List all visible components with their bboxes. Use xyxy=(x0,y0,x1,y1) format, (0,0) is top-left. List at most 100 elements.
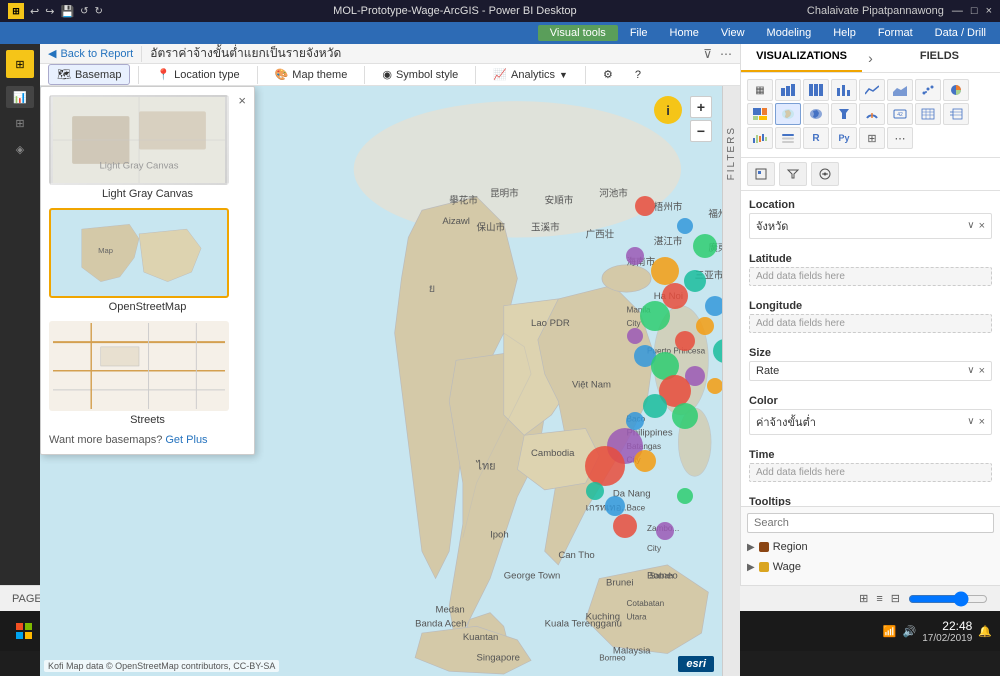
power-bi-icon[interactable]: ⊞ xyxy=(6,50,34,78)
size-chevron[interactable]: ∨ xyxy=(967,365,974,377)
status-icon2[interactable]: ≡ xyxy=(876,593,882,605)
color-chevron[interactable]: ∨ xyxy=(967,416,974,428)
viz-icon-slicer[interactable] xyxy=(775,127,801,149)
viz-icon-bar[interactable]: ▦ xyxy=(747,79,773,101)
viz-icon-table[interactable] xyxy=(915,103,941,125)
svg-text:廣東省: 廣東省 xyxy=(708,242,722,254)
back-to-report-label: Back to Report xyxy=(60,48,133,60)
close-btn[interactable]: × xyxy=(986,5,992,17)
minimize-btn[interactable]: — xyxy=(952,5,963,17)
ribbon-tab-view[interactable]: View xyxy=(711,25,755,41)
format-btn[interactable] xyxy=(747,162,775,186)
taskbar-network-icon[interactable]: 📶 xyxy=(883,625,897,638)
basemap-btn[interactable]: 🗺 Basemap xyxy=(48,64,130,85)
viz-icon-funnel[interactable] xyxy=(831,103,857,125)
viz-icon-treemap[interactable] xyxy=(747,103,773,125)
size-remove-btn[interactable]: × xyxy=(979,365,985,377)
basemap-item-openstreetmap[interactable]: Map OpenStreetMap xyxy=(49,208,246,313)
basemap-item-lightgray[interactable]: Light Gray Canvas Light Gray Canvas xyxy=(49,95,246,200)
maximize-btn[interactable]: □ xyxy=(971,5,978,17)
viz-icon-scatter[interactable] xyxy=(915,79,941,101)
viz-expand-btn[interactable]: › xyxy=(862,44,879,72)
filter-visual-btn[interactable] xyxy=(779,162,807,186)
svg-text:Kuching: Kuching xyxy=(586,611,620,622)
viz-icon-more2[interactable]: ⋯ xyxy=(887,127,913,149)
latitude-add-box[interactable]: Add data fields here xyxy=(749,267,992,286)
filter-icon[interactable]: ⊽ xyxy=(703,47,712,61)
redo-btn[interactable]: ↪ xyxy=(45,5,54,18)
color-remove-btn[interactable]: × xyxy=(979,416,985,428)
analytics-btn[interactable]: 📈 Analytics ▼ xyxy=(484,64,577,85)
tab-visualizations[interactable]: VISUALIZATIONS xyxy=(741,44,862,72)
undo-btn[interactable]: ↩ xyxy=(30,5,39,18)
map-area[interactable]: ย Lao PDR Việt Nam ไทย Cambodia George T… xyxy=(40,86,722,676)
location-type-btn[interactable]: 📍 Location type xyxy=(147,64,248,85)
tab-fields[interactable]: FIELDS xyxy=(879,44,1000,72)
svg-text:George Town: George Town xyxy=(504,571,561,582)
fields-search-input[interactable] xyxy=(747,513,994,533)
ribbon-tab-help[interactable]: Help xyxy=(823,25,866,41)
ribbon-tab-home[interactable]: Home xyxy=(660,25,709,41)
time-section: Time Add data fields here xyxy=(741,445,1000,492)
status-icon3[interactable]: ⊟ xyxy=(891,592,900,605)
report-view-icon[interactable]: 📊 xyxy=(6,86,34,108)
symbol-style-btn[interactable]: ◉ Symbol style xyxy=(373,64,467,85)
zoom-out-btn[interactable]: − xyxy=(690,120,712,142)
map-info-btn[interactable]: i xyxy=(654,96,682,124)
location-remove-btn[interactable]: × xyxy=(979,220,985,232)
ribbon-visual-tools[interactable]: Visual tools xyxy=(538,25,618,41)
color-section: Color ค่าจ้างขั้นต่ำ ∨ × xyxy=(741,391,1000,445)
data-view-icon[interactable]: ⊞ xyxy=(6,112,34,134)
help-btn[interactable]: ? xyxy=(626,65,650,85)
viz-icon-py-visual[interactable]: Py xyxy=(831,127,857,149)
save-icon[interactable]: 💾 xyxy=(60,5,74,18)
map-theme-btn[interactable]: 🎨 Map theme xyxy=(266,64,357,85)
viz-icon-line[interactable] xyxy=(859,79,885,101)
viz-icon-filled-map[interactable] xyxy=(803,103,829,125)
viz-icon-matrix[interactable] xyxy=(943,103,969,125)
redo2-icon[interactable]: ↻ xyxy=(95,6,103,17)
viz-icon-map[interactable] xyxy=(775,103,801,125)
undo2-icon[interactable]: ↺ xyxy=(80,6,88,17)
analytics-visual-btn[interactable] xyxy=(811,162,839,186)
time-add-box[interactable]: Add data fields here xyxy=(749,463,992,482)
taskbar-volume-icon[interactable]: 🔊 xyxy=(903,625,917,638)
back-to-report-btn[interactable]: ◀ Back to Report xyxy=(48,47,133,60)
basemap-get-plus-link[interactable]: Get Plus xyxy=(165,434,207,446)
viz-icon-stacked-bar[interactable] xyxy=(775,79,801,101)
taskbar-notification-icon[interactable]: 🔔 xyxy=(978,625,992,638)
svg-text:Ipoh: Ipoh xyxy=(490,530,509,541)
viz-icon-column[interactable] xyxy=(831,79,857,101)
viz-icon-area[interactable] xyxy=(887,79,913,101)
taskbar-clock[interactable]: 22:48 17/02/2019 xyxy=(922,619,972,644)
svg-text:Singapore: Singapore xyxy=(476,652,519,663)
viz-icon-more1[interactable]: ⊞ xyxy=(859,127,885,149)
color-label: Color xyxy=(749,391,992,409)
field-group-region-header[interactable]: ▶ Region xyxy=(747,539,994,555)
svg-text:广西壮: 广西壮 xyxy=(586,229,615,241)
more-options-icon[interactable]: ⋯ xyxy=(720,47,732,61)
zoom-slider[interactable] xyxy=(908,593,988,605)
viz-icon-gauge[interactable] xyxy=(859,103,885,125)
svg-text:擧花市: 擧花市 xyxy=(449,194,478,206)
ribbon-tab-modeling[interactable]: Modeling xyxy=(757,25,822,41)
ribbon-tab-datadrill[interactable]: Data / Drill xyxy=(925,25,996,41)
viz-icon-card[interactable]: 42 xyxy=(887,103,913,125)
longitude-placeholder: Add data fields here xyxy=(756,318,845,329)
settings-btn[interactable]: ⚙ xyxy=(594,64,622,85)
basemap-close-btn[interactable]: × xyxy=(238,93,246,108)
viz-icon-pie[interactable] xyxy=(943,79,969,101)
ribbon-tab-file[interactable]: File xyxy=(620,25,658,41)
zoom-in-btn[interactable]: + xyxy=(690,96,712,118)
status-icon1[interactable]: ⊞ xyxy=(859,592,868,605)
viz-icon-r-visual[interactable]: R xyxy=(803,127,829,149)
field-group-wage-header[interactable]: ▶ Wage xyxy=(747,559,994,575)
ribbon-tab-format[interactable]: Format xyxy=(868,25,923,41)
longitude-add-box[interactable]: Add data fields here xyxy=(749,314,992,333)
taskbar-start-btn[interactable] xyxy=(8,615,40,647)
location-chevron[interactable]: ∨ xyxy=(967,220,974,232)
basemap-item-streets[interactable]: Streets xyxy=(49,321,246,426)
model-view-icon[interactable]: ◈ xyxy=(6,138,34,160)
viz-icon-100percent-bar[interactable] xyxy=(803,79,829,101)
viz-icon-waterfall[interactable] xyxy=(747,127,773,149)
